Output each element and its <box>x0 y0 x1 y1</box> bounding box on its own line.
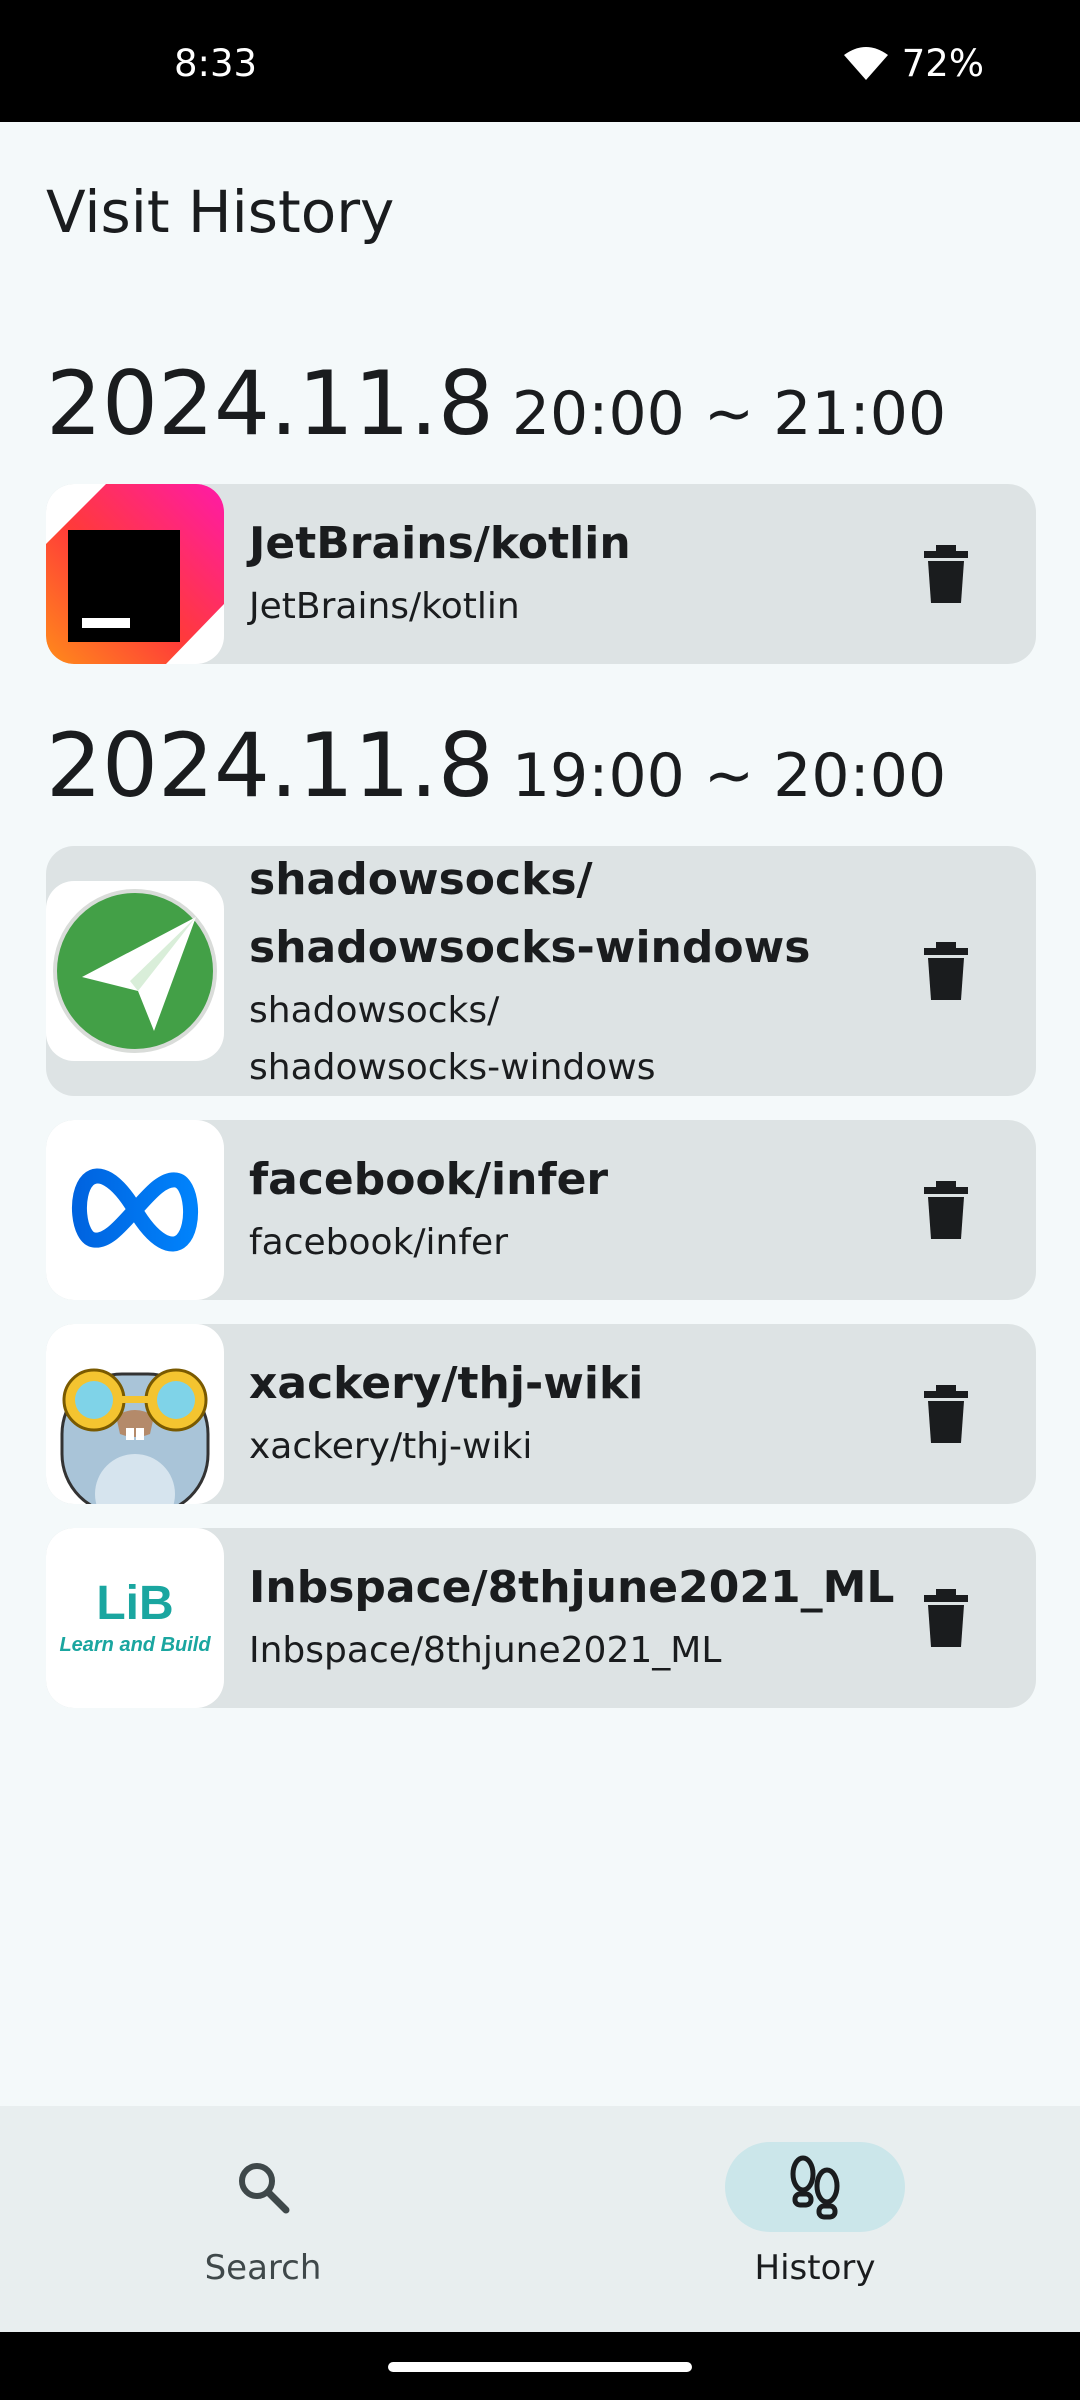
item-name-line-2: shadowsocks-windows <box>249 922 811 973</box>
delete-icon[interactable] <box>924 1589 968 1647</box>
history-item-facebook-infer[interactable]: facebook/infer facebook/infer <box>46 1120 1036 1300</box>
history-item-shadowsocks[interactable]: shadowsocks/ shadowsocks-windows shadows… <box>46 846 1036 1096</box>
history-item-inbspace-ml[interactable]: LiB Learn and Build Inbspace/8thjune2021… <box>46 1528 1036 1708</box>
nav-pill-search[interactable] <box>173 2142 353 2232</box>
gesture-bar <box>0 2332 1080 2400</box>
footprints-icon <box>790 2155 840 2220</box>
wifi-icon <box>843 46 888 80</box>
group-header: 2024.11.8 20:00 ~ 21:00 <box>46 352 946 455</box>
lib-logo-top: LiB <box>96 1577 174 1630</box>
item-name: Inbspace/8thjune2021_ML <box>249 1562 895 1613</box>
nav-pill-history[interactable] <box>725 2142 905 2232</box>
status-bar: 8:33 72% <box>0 0 1080 122</box>
home-gesture-handle[interactable] <box>388 2362 692 2372</box>
item-texts: shadowsocks/ shadowsocks-windows shadows… <box>249 846 906 1096</box>
nav-label-history: History <box>754 2248 876 2288</box>
battery-level: 72% <box>901 42 984 85</box>
group-date: 2024.11.8 <box>46 352 494 455</box>
bottom-navigation: Search History <box>0 2106 1080 2332</box>
page-title: Visit History <box>46 178 395 246</box>
item-subtitle: facebook/infer <box>249 1222 508 1263</box>
item-subtitle: Inbspace/8thjune2021_ML <box>249 1630 722 1671</box>
item-texts: JetBrains/kotlin JetBrains/kotlin <box>249 510 906 635</box>
jetbrains-logo-icon <box>46 484 224 664</box>
item-name: facebook/infer <box>249 1154 609 1205</box>
nav-item-history[interactable]: History <box>705 2142 925 2288</box>
status-right: 72% <box>843 42 984 85</box>
nav-item-search[interactable]: Search <box>153 2142 373 2288</box>
delete-icon[interactable] <box>924 1181 968 1239</box>
item-subtitle: JetBrains/kotlin <box>249 586 520 627</box>
search-icon <box>239 2163 290 2214</box>
item-texts: facebook/infer facebook/infer <box>249 1146 906 1271</box>
group-time-range: 20:00 ~ 21:00 <box>511 379 947 449</box>
item-subtitle-line-1: shadowsocks/ <box>249 990 500 1031</box>
item-name: xackery/thj-wiki <box>249 1358 644 1409</box>
delete-icon[interactable] <box>924 545 968 603</box>
history-item-jetbrains-kotlin[interactable]: JetBrains/kotlin JetBrains/kotlin <box>46 484 1036 664</box>
item-texts: xackery/thj-wiki xackery/thj-wiki <box>249 1350 906 1475</box>
lib-logo-bottom: Learn and Build <box>59 1634 211 1656</box>
delete-icon[interactable] <box>924 942 968 1000</box>
history-item-xackery-thj-wiki[interactable]: xackery/thj-wiki xackery/thj-wiki <box>46 1324 1036 1504</box>
group-date: 2024.11.8 <box>46 714 494 817</box>
status-time: 8:33 <box>174 42 258 85</box>
item-subtitle-line-2: shadowsocks-windows <box>249 1047 656 1088</box>
item-name: JetBrains/kotlin <box>249 518 631 569</box>
item-texts: Inbspace/8thjune2021_ML Inbspace/8thjune… <box>249 1554 906 1679</box>
paper-plane-logo-icon <box>46 881 224 1061</box>
gopher-avatar-icon <box>46 1324 224 1504</box>
group-header: 2024.11.8 19:00 ~ 20:00 <box>46 714 946 817</box>
meta-logo-icon <box>46 1120 224 1300</box>
item-name-line-1: shadowsocks/ <box>249 854 593 905</box>
delete-icon[interactable] <box>924 1385 968 1443</box>
item-subtitle: xackery/thj-wiki <box>249 1426 533 1467</box>
lib-logo-icon: LiB Learn and Build <box>46 1528 224 1708</box>
group-time-range: 19:00 ~ 20:00 <box>511 741 947 811</box>
nav-label-search: Search <box>204 2248 322 2288</box>
